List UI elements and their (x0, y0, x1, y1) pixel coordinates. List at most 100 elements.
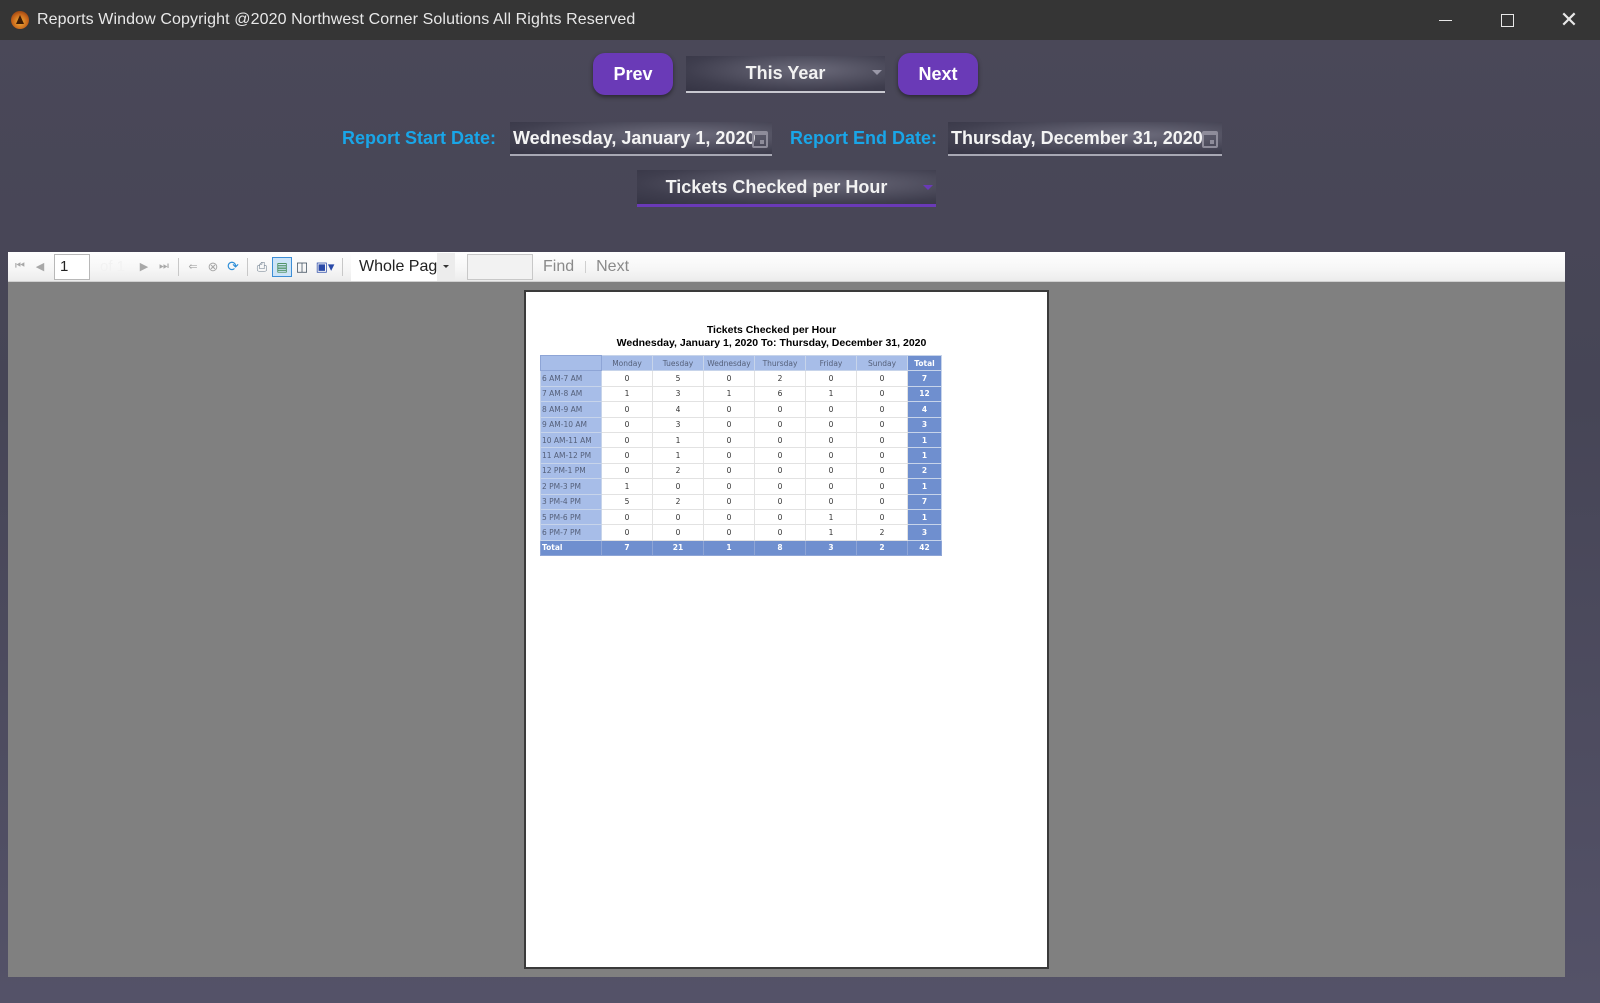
cell-value: 0 (703, 416, 755, 433)
table-row: 11 AM-12 PM 0 1 0 0 0 0 1 (540, 447, 942, 464)
cell-value: 2 (652, 462, 704, 480)
title-bar: Reports Window Copyright @2020 Northwest… (0, 0, 1600, 40)
prev-button[interactable]: Prev (593, 53, 673, 95)
row-label: 5 PM-6 PM (540, 508, 602, 526)
export-icon[interactable]: ▣▾ (312, 257, 338, 277)
previous-page-icon[interactable]: ◀ (30, 257, 50, 277)
cell-value: 0 (805, 478, 857, 495)
maximize-button[interactable] (1476, 0, 1538, 40)
find-next-button[interactable]: Next (596, 258, 629, 276)
next-page-icon[interactable]: ▶ (134, 257, 154, 277)
cell-value: 2 (856, 524, 908, 541)
zoom-dropdown[interactable]: Whole Page (351, 252, 437, 281)
calendar-icon[interactable] (1202, 131, 1218, 148)
close-button[interactable]: ✕ (1538, 0, 1600, 40)
back-icon[interactable]: ⇐ (183, 257, 203, 277)
report-type-dropdown[interactable]: Tickets Checked per Hour (637, 170, 936, 207)
cell-value: 6 (754, 385, 806, 403)
cell-value: 0 (703, 524, 755, 541)
cell-value: 1 (805, 524, 857, 541)
cell-value: 5 (652, 370, 704, 387)
column-header: Sunday (856, 354, 908, 372)
chevron-down-icon (872, 70, 882, 75)
grand-total: 42 (907, 539, 942, 557)
cell-value: 0 (652, 524, 704, 541)
cell-value: 0 (856, 370, 908, 387)
cell-value: 0 (754, 431, 806, 449)
cell-value: 0 (856, 416, 908, 433)
totals-row: Total 7 21 1 8 3 2 42 (540, 539, 942, 557)
end-date-label: Report End Date: (790, 128, 938, 148)
column-header: Thursday (754, 354, 806, 372)
row-label: 11 AM-12 PM (540, 447, 602, 464)
cell-value: 0 (856, 462, 908, 480)
report-page: Tickets Checked per Hour Wednesday, Janu… (524, 290, 1049, 969)
end-date-picker[interactable]: Thursday, December 31, 2020 (948, 122, 1222, 156)
cell-value: 0 (703, 401, 755, 418)
cell-value: 0 (754, 478, 806, 495)
close-icon: ✕ (1559, 7, 1579, 32)
table-row: 8 AM-9 AM 0 4 0 0 0 0 4 (540, 401, 942, 418)
table-row: 7 AM-8 AM 1 3 1 6 1 0 12 (540, 385, 942, 403)
minimize-button[interactable] (1414, 0, 1476, 40)
cell-value: 0 (805, 370, 857, 387)
row-label: 12 PM-1 PM (540, 462, 602, 480)
print-icon[interactable]: ⎙ (252, 257, 272, 277)
cell-value: 0 (754, 462, 806, 480)
row-label: 10 AM-11 AM (540, 431, 602, 449)
row-total: 12 (907, 385, 942, 403)
next-button[interactable]: Next (898, 53, 978, 95)
cell-value: 3 (652, 416, 704, 433)
print-layout-icon[interactable]: ▤ (272, 256, 292, 277)
report-viewer: ⏮ ◀ 1 of 1 ▶ ⏭ ⇐ ⊗ ⟳ ⎙ ▤ ◫ ▣▾ Whole Page… (8, 252, 1565, 977)
row-total: 1 (907, 508, 942, 526)
row-total: 2 (907, 462, 942, 480)
zoom-dropdown-arrow[interactable] (437, 252, 455, 281)
stop-icon[interactable]: ⊗ (203, 257, 223, 277)
cell-value: 3 (652, 385, 704, 403)
period-dropdown[interactable]: This Year (686, 56, 885, 93)
toolbar-divider (247, 257, 248, 276)
cell-value: 1 (703, 385, 755, 403)
last-page-icon[interactable]: ⏭ (154, 257, 174, 277)
find-button[interactable]: Find (543, 258, 574, 276)
cell-value: 0 (856, 385, 908, 403)
totals-label: Total (540, 539, 602, 557)
cell-value: 0 (754, 401, 806, 418)
cell-value: 0 (856, 431, 908, 449)
cell-value: 1 (652, 431, 704, 449)
report-table: Monday Tuesday Wednesday Thursday Friday Sund… (540, 354, 942, 557)
cell-value: 0 (601, 431, 653, 449)
table-row: 2 PM-3 PM 1 0 0 0 0 0 1 (540, 478, 942, 495)
page-number-input[interactable]: 1 (54, 253, 90, 280)
column-total: 21 (652, 539, 704, 557)
cell-value: 0 (703, 508, 755, 526)
refresh-icon[interactable]: ⟳ (223, 257, 243, 277)
minimize-icon (1438, 19, 1452, 21)
cell-value: 1 (601, 478, 653, 495)
column-total: 3 (805, 539, 857, 557)
window-title: Reports Window Copyright @2020 Northwest… (37, 11, 636, 28)
row-label: 7 AM-8 AM (540, 385, 602, 403)
cell-value: 0 (601, 416, 653, 433)
toolbar-divider (178, 257, 179, 276)
row-label: 6 AM-7 AM (540, 370, 602, 387)
first-page-icon[interactable]: ⏮ (10, 257, 30, 277)
cell-value: 0 (601, 401, 653, 418)
cell-value: 0 (601, 370, 653, 387)
cell-value: 2 (652, 493, 704, 510)
calendar-icon[interactable] (752, 131, 768, 148)
row-total: 1 (907, 478, 942, 495)
row-label: 6 PM-7 PM (540, 524, 602, 541)
cell-value: 0 (856, 401, 908, 418)
start-date-picker[interactable]: Wednesday, January 1, 2020 (510, 122, 772, 156)
app-logo-icon (11, 11, 29, 29)
cell-value: 0 (805, 462, 857, 480)
find-input[interactable] (467, 253, 533, 280)
chevron-down-icon (923, 185, 933, 190)
cell-value: 0 (601, 462, 653, 480)
page-setup-icon[interactable]: ◫ (292, 257, 312, 277)
cell-value: 0 (856, 508, 908, 526)
cell-value: 0 (754, 416, 806, 433)
cell-value: 0 (805, 416, 857, 433)
